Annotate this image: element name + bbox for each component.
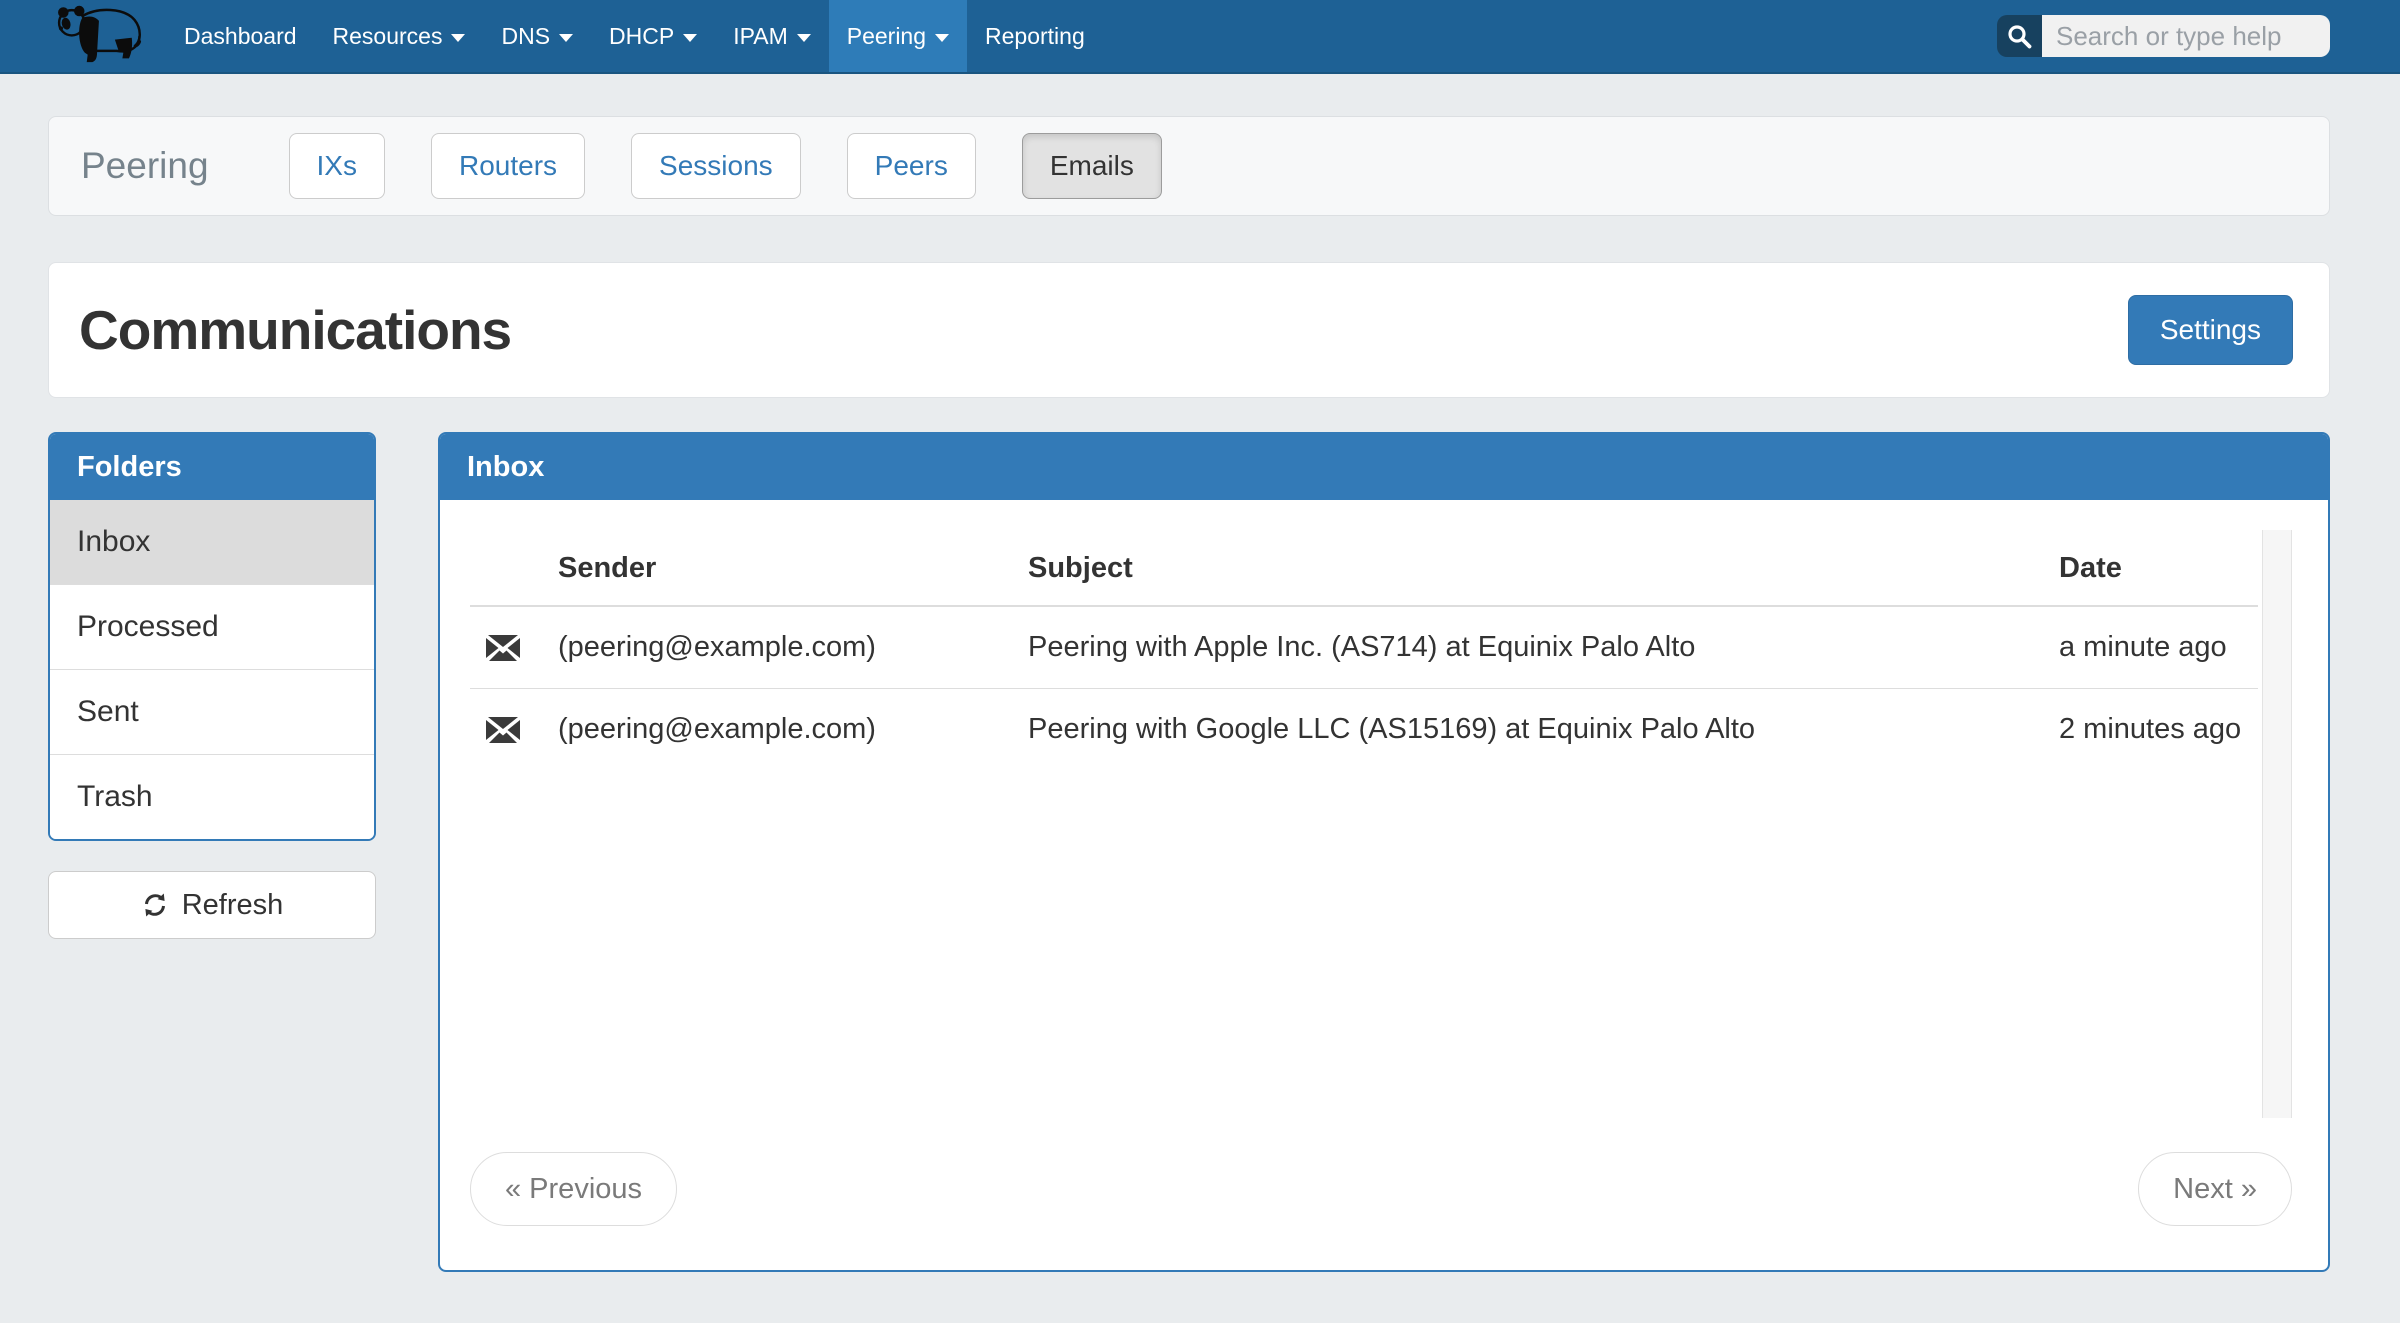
search-icon[interactable] — [1997, 15, 2042, 57]
toolbar-title: Peering — [81, 145, 209, 187]
search-input[interactable] — [2042, 15, 2330, 57]
folder-item-sent[interactable]: Sent — [50, 669, 374, 754]
mail-row[interactable]: (peering@example.com) Peering with Googl… — [470, 689, 2258, 771]
nav-label: Peering — [847, 23, 926, 50]
nav-item-ipam[interactable]: IPAM — [715, 0, 829, 72]
mail-table-header-row: Sender Subject Date — [470, 530, 2258, 606]
communications-header: Communications Settings — [48, 262, 2330, 398]
folder-list: Inbox Processed Sent Trash — [50, 500, 374, 839]
chevron-down-icon — [935, 34, 949, 42]
date-column-header: Date — [2043, 530, 2258, 606]
pagination: « Previous Next » — [470, 1152, 2292, 1226]
mail-date: 2 minutes ago — [2043, 689, 2258, 771]
settings-button[interactable]: Settings — [2128, 295, 2293, 365]
tab-routers[interactable]: Routers — [431, 133, 585, 199]
previous-page-button[interactable]: « Previous — [470, 1152, 677, 1226]
folders-panel: Folders Inbox Processed Sent Trash — [48, 432, 376, 841]
nav-item-resources[interactable]: Resources — [315, 0, 484, 72]
nav-item-dns[interactable]: DNS — [483, 0, 591, 72]
mail-row-icon-cell — [470, 606, 542, 689]
folders-column: Folders Inbox Processed Sent Trash — [48, 432, 376, 939]
folders-panel-heading: Folders — [50, 434, 374, 500]
mail-table: Sender Subject Date — [470, 530, 2258, 770]
peering-toolbar: Peering IXs Routers Sessions Peers Email… — [48, 116, 2330, 216]
table-scrollbar[interactable] — [2262, 530, 2292, 1118]
chevron-down-icon — [559, 34, 573, 42]
chevron-down-icon — [683, 34, 697, 42]
mail-row-icon-cell — [470, 689, 542, 771]
mail-row[interactable]: (peering@example.com) Peering with Apple… — [470, 606, 2258, 689]
nav-item-dashboard[interactable]: Dashboard — [166, 0, 315, 72]
tab-emails[interactable]: Emails — [1022, 133, 1162, 199]
envelope-icon — [486, 635, 520, 661]
icon-column-header — [470, 530, 542, 606]
folder-item-processed[interactable]: Processed — [50, 584, 374, 669]
nav-item-reporting[interactable]: Reporting — [967, 0, 1103, 72]
panda-logo-icon — [50, 4, 146, 69]
chevron-down-icon — [451, 34, 465, 42]
nav-label: DNS — [501, 23, 550, 50]
refresh-button[interactable]: Refresh — [48, 871, 376, 939]
nav-label: IPAM — [733, 23, 788, 50]
tab-sessions[interactable]: Sessions — [631, 133, 801, 199]
main-grid: Folders Inbox Processed Sent Trash — [48, 432, 2330, 1272]
nav-item-dhcp[interactable]: DHCP — [591, 0, 715, 72]
nav-label: Resources — [333, 23, 443, 50]
mail-subject: Peering with Google LLC (AS15169) at Equ… — [1012, 689, 2043, 771]
nav-label: Reporting — [985, 23, 1085, 50]
top-navbar: Dashboard Resources DNS DHCP IPAM Peerin… — [0, 0, 2400, 74]
mail-sender: (peering@example.com) — [542, 606, 1012, 689]
inbox-column: Inbox Sender Subject Date — [438, 432, 2330, 1272]
nav-item-peering[interactable]: Peering — [829, 0, 967, 72]
tab-peers[interactable]: Peers — [847, 133, 976, 199]
global-search — [1997, 15, 2330, 57]
inbox-panel-body: Sender Subject Date — [440, 500, 2328, 1270]
next-page-button[interactable]: Next » — [2138, 1152, 2292, 1226]
page-title: Communications — [79, 298, 511, 362]
mail-sender: (peering@example.com) — [542, 689, 1012, 771]
envelope-icon — [486, 717, 520, 743]
inbox-panel: Inbox Sender Subject Date — [438, 432, 2330, 1272]
mail-table-wrap: Sender Subject Date — [470, 530, 2292, 1118]
refresh-icon — [141, 891, 169, 919]
sender-column-header: Sender — [542, 530, 1012, 606]
mail-subject: Peering with Apple Inc. (AS714) at Equin… — [1012, 606, 2043, 689]
folder-item-inbox[interactable]: Inbox — [50, 500, 374, 584]
inbox-panel-heading: Inbox — [440, 434, 2328, 500]
main-menu: Dashboard Resources DNS DHCP IPAM Peerin… — [166, 0, 1103, 72]
mail-date: a minute ago — [2043, 606, 2258, 689]
nav-label: Dashboard — [184, 23, 297, 50]
refresh-label: Refresh — [182, 889, 284, 922]
subject-column-header: Subject — [1012, 530, 2043, 606]
nav-label: DHCP — [609, 23, 674, 50]
chevron-down-icon — [797, 34, 811, 42]
folder-item-trash[interactable]: Trash — [50, 754, 374, 839]
tab-ixs[interactable]: IXs — [289, 133, 385, 199]
